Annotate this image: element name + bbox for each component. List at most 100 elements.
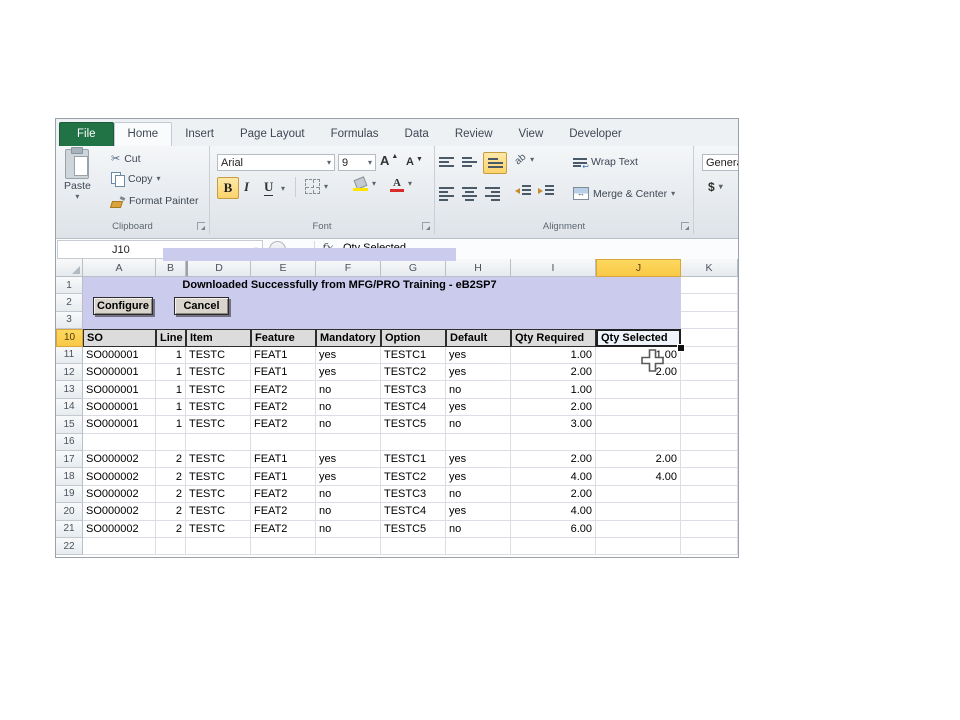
cell[interactable]: FEAT2 — [251, 416, 316, 433]
cell[interactable]: no — [316, 416, 381, 433]
cell[interactable]: 1 — [156, 347, 186, 364]
font-size-select[interactable]: 9 ▾ — [338, 154, 376, 171]
cell[interactable]: yes — [446, 364, 511, 381]
alignment-dialog-launcher-icon[interactable] — [681, 222, 689, 230]
cell[interactable] — [596, 381, 681, 398]
cell[interactable] — [316, 434, 381, 451]
cell[interactable] — [681, 451, 738, 468]
fill-handle[interactable] — [677, 344, 685, 352]
cell[interactable] — [186, 538, 251, 555]
cell[interactable]: TESTC1 — [381, 451, 446, 468]
decrease-font-button[interactable]: A▼ — [406, 156, 423, 168]
cell[interactable] — [681, 277, 738, 294]
underline-dropdown-icon[interactable]: ▾ — [281, 185, 285, 193]
cell[interactable] — [83, 538, 156, 555]
cell[interactable]: FEAT2 — [251, 486, 316, 503]
cell[interactable] — [681, 329, 738, 346]
tab-formulas[interactable]: Formulas — [318, 123, 392, 146]
cell[interactable]: SO000001 — [83, 347, 156, 364]
tab-insert[interactable]: Insert — [172, 123, 227, 146]
cell[interactable] — [681, 364, 738, 381]
merge-center-dropdown-icon[interactable]: ▾ — [671, 190, 675, 198]
cell[interactable] — [511, 538, 596, 555]
copy-button[interactable]: Copy ▾ — [111, 172, 161, 185]
cell[interactable]: TESTC — [186, 399, 251, 416]
cell[interactable]: TESTC2 — [381, 468, 446, 485]
cell[interactable]: TESTC — [186, 451, 251, 468]
increase-indent-button[interactable] — [538, 185, 554, 197]
row-header-14[interactable]: 14 — [56, 399, 83, 416]
tab-developer[interactable]: Developer — [556, 123, 634, 146]
cell[interactable] — [446, 434, 511, 451]
merge-center-button[interactable]: ↔ Merge & Center ▾ — [573, 187, 675, 200]
cell[interactable] — [681, 538, 738, 555]
align-right-button[interactable] — [485, 185, 500, 203]
cell[interactable]: FEAT1 — [251, 364, 316, 381]
cell[interactable]: yes — [316, 347, 381, 364]
cell[interactable]: 6.00 — [511, 521, 596, 538]
paste-button[interactable]: Paste ▾ — [64, 149, 91, 201]
cell[interactable]: yes — [316, 451, 381, 468]
cell[interactable]: 1 — [156, 381, 186, 398]
cell[interactable] — [681, 486, 738, 503]
header-cell-so[interactable]: SO — [83, 329, 156, 346]
cell[interactable]: TESTC — [186, 364, 251, 381]
cell[interactable]: SO000001 — [83, 381, 156, 398]
row-header-22[interactable]: 22 — [56, 538, 83, 555]
cell[interactable]: no — [316, 381, 381, 398]
header-cell-option[interactable]: Option — [381, 329, 446, 346]
cell[interactable] — [446, 538, 511, 555]
cell[interactable]: no — [446, 416, 511, 433]
accounting-format-button[interactable]: $ ▾ — [708, 180, 723, 194]
cell[interactable]: TESTC1 — [381, 347, 446, 364]
cell[interactable]: 2 — [156, 451, 186, 468]
cell[interactable]: SO000002 — [83, 521, 156, 538]
cell[interactable]: no — [316, 399, 381, 416]
column-header-A[interactable]: A — [83, 259, 156, 277]
selected-cell-j10[interactable]: Qty Selected — [596, 329, 681, 346]
cell[interactable] — [156, 538, 186, 555]
cell[interactable]: TESTC — [186, 468, 251, 485]
cell[interactable] — [681, 521, 738, 538]
font-name-dropdown-icon[interactable]: ▾ — [327, 159, 331, 167]
cell[interactable]: 2.00 — [596, 364, 681, 381]
cell[interactable]: 1.00 — [596, 347, 681, 364]
cell[interactable] — [511, 434, 596, 451]
bold-button[interactable]: B — [217, 177, 239, 199]
orientation-dropdown-icon[interactable]: ▾ — [530, 156, 534, 164]
header-cell-qty-required[interactable]: Qty Required — [511, 329, 596, 346]
font-dialog-launcher-icon[interactable] — [422, 222, 430, 230]
font-color-button[interactable]: A▾ — [390, 177, 412, 191]
cell[interactable]: yes — [446, 468, 511, 485]
cell[interactable]: 2.00 — [511, 399, 596, 416]
cell[interactable]: 1 — [156, 416, 186, 433]
increase-font-button[interactable]: A▲ — [380, 153, 398, 168]
copy-dropdown-icon[interactable]: ▾ — [157, 175, 161, 183]
cell[interactable]: TESTC5 — [381, 416, 446, 433]
number-format-select[interactable]: General — [702, 154, 738, 171]
cell[interactable]: TESTC — [186, 381, 251, 398]
align-left-button[interactable] — [439, 185, 454, 203]
cell[interactable]: TESTC3 — [381, 381, 446, 398]
decrease-indent-button[interactable] — [515, 185, 531, 197]
align-top-button[interactable] — [439, 155, 454, 169]
tab-review[interactable]: Review — [442, 123, 506, 146]
configure-button[interactable]: Configure — [93, 297, 153, 315]
borders-dropdown-icon[interactable]: ▾ — [324, 183, 328, 191]
cancel-button[interactable]: Cancel — [174, 297, 229, 315]
cell[interactable] — [681, 416, 738, 433]
cell[interactable]: 1.00 — [511, 381, 596, 398]
cell[interactable]: 4.00 — [511, 503, 596, 520]
cell[interactable]: TESTC3 — [381, 486, 446, 503]
cell[interactable]: 3.00 — [511, 416, 596, 433]
cell[interactable]: SO000002 — [83, 468, 156, 485]
column-header-G[interactable]: G — [381, 259, 446, 277]
header-cell-default[interactable]: Default — [446, 329, 511, 346]
cell[interactable]: 1 — [156, 364, 186, 381]
row-header-15[interactable]: 15 — [56, 416, 83, 433]
font-name-select[interactable]: Arial ▾ — [217, 154, 335, 171]
cell[interactable] — [251, 538, 316, 555]
cell[interactable]: SO000001 — [83, 416, 156, 433]
cell[interactable] — [596, 503, 681, 520]
cell[interactable]: 2 — [156, 503, 186, 520]
